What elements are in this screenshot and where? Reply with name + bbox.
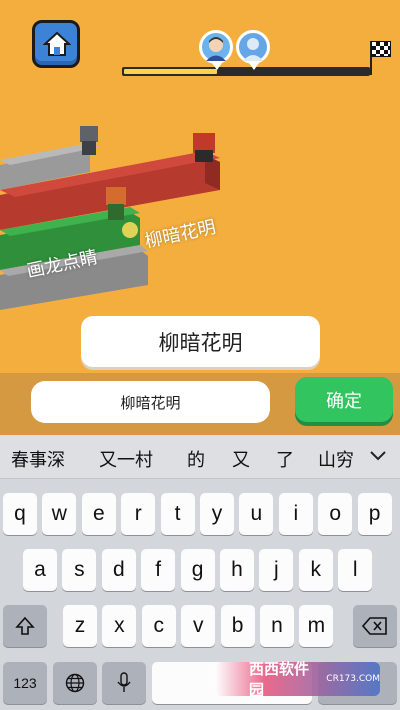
numbers-key[interactable]: 123 <box>3 662 47 704</box>
key-u[interactable]: u <box>239 493 274 535</box>
globe-key[interactable] <box>53 662 97 704</box>
candidate-item[interactable]: 的 <box>187 446 205 472</box>
candidate-item[interactable]: 了 <box>276 446 294 472</box>
opponent-avatar-icon <box>236 30 270 70</box>
key-j[interactable]: j <box>259 549 294 591</box>
race-progress-bar <box>122 67 370 76</box>
key-f[interactable]: f <box>141 549 176 591</box>
key-m[interactable]: m <box>299 605 334 647</box>
confirm-button[interactable]: 确定 <box>295 377 393 422</box>
key-b[interactable]: b <box>220 605 255 647</box>
watermark-logo: 西西软件园 CR173.COM <box>215 660 380 699</box>
keyboard: 春事深 又一村 的 又 了 山穷 qwertyuiop asdfghjkl zxcv… <box>0 435 400 710</box>
key-y[interactable]: y <box>200 493 234 535</box>
key-p[interactable]: p <box>357 493 392 535</box>
globe-icon <box>65 673 85 693</box>
key-w[interactable]: w <box>42 493 77 535</box>
key-t[interactable]: t <box>160 493 195 535</box>
key-k[interactable]: k <box>298 549 333 591</box>
key-r[interactable]: r <box>121 493 156 535</box>
mic-key[interactable] <box>102 662 146 704</box>
candidate-bar: 春事深 又一村 的 又 了 山穷 <box>0 435 400 479</box>
key-e[interactable]: e <box>81 493 116 535</box>
key-d[interactable]: d <box>101 549 136 591</box>
delete-key[interactable] <box>353 605 397 647</box>
key-h[interactable]: h <box>220 549 254 591</box>
candidate-item[interactable]: 山穷 <box>318 446 354 472</box>
key-o[interactable]: o <box>318 493 353 535</box>
backspace-icon <box>362 617 387 635</box>
checkered-flag-icon <box>371 41 391 57</box>
answer-display: 柳暗花明 <box>81 316 320 367</box>
key-l[interactable]: l <box>338 549 373 591</box>
user-avatar-icon <box>199 30 233 70</box>
gray-character <box>80 126 98 155</box>
key-c[interactable]: c <box>141 605 176 647</box>
microphone-icon <box>117 672 131 692</box>
game-scene: 画龙点睛 柳暗花明 柳暗花明 <box>0 0 400 373</box>
home-button[interactable] <box>32 20 80 68</box>
key-i[interactable]: i <box>278 493 313 535</box>
key-v[interactable]: v <box>181 605 216 647</box>
key-n[interactable]: n <box>260 605 294 647</box>
progress-fill <box>124 69 217 74</box>
home-icon <box>43 31 71 56</box>
chevron-down-icon[interactable] <box>366 443 390 467</box>
key-g[interactable]: g <box>180 549 215 591</box>
candidate-item[interactable]: 又一村 <box>99 446 153 472</box>
key-s[interactable]: s <box>62 549 97 591</box>
key-q[interactable]: q <box>3 493 37 535</box>
input-bar: 柳暗花明 确定 <box>0 373 400 435</box>
key-a[interactable]: a <box>23 549 57 591</box>
shift-key[interactable] <box>3 605 47 647</box>
key-z[interactable]: z <box>63 605 97 647</box>
candidate-item[interactable]: 春事深 <box>11 446 65 472</box>
key-x[interactable]: x <box>102 605 137 647</box>
shift-icon <box>15 616 35 635</box>
idiom-input[interactable]: 柳暗花明 <box>31 381 270 423</box>
opponent-character <box>193 133 215 162</box>
watermark-brand: 西西软件园 <box>249 660 310 699</box>
candidate-item[interactable]: 又 <box>232 446 250 472</box>
watermark-site: CR173.COM <box>326 674 380 684</box>
